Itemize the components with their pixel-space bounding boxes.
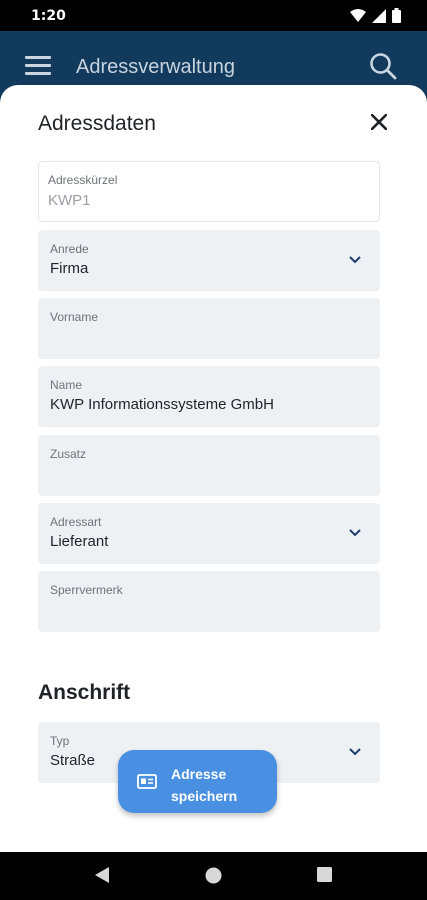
field-label: Typ [50, 734, 70, 748]
field-label: Vorname [50, 310, 99, 324]
sperrvermerk-field[interactable]: Sperrvermerk [38, 571, 380, 632]
anschrift-heading: Anschrift [38, 681, 131, 704]
name-field[interactable]: Name KWP Informationssysteme GmbH [38, 366, 380, 427]
field-label: Anrede [50, 242, 89, 256]
chevron-down-icon [349, 256, 361, 264]
field-value: Firma [50, 260, 89, 277]
search-icon[interactable] [369, 52, 397, 80]
contact-card-icon [137, 774, 157, 789]
status-icons [350, 8, 401, 23]
back-icon[interactable] [94, 866, 110, 884]
close-icon[interactable] [371, 114, 387, 130]
recents-icon[interactable] [317, 867, 332, 882]
adresskuerzel-field[interactable]: Adresskürzel KWP1 [38, 161, 380, 222]
menu-icon[interactable] [25, 56, 51, 76]
status-bar: 1:20 [0, 0, 427, 31]
zusatz-field[interactable]: Zusatz [38, 435, 380, 496]
field-value: KWP Informationssysteme GmbH [50, 396, 274, 413]
field-value: Lieferant [50, 533, 109, 550]
app-bar: Adressverwaltung [0, 31, 427, 91]
field-value: KWP1 [48, 192, 91, 209]
address-sheet: Adressdaten Adresskürzel KWP1 Anrede Fir… [0, 85, 427, 852]
anrede-select[interactable]: Anrede Firma [38, 230, 380, 291]
signal-icon [372, 8, 386, 23]
chevron-down-icon [349, 529, 361, 537]
sheet-title: Adressdaten [38, 112, 156, 135]
wifi-icon [350, 8, 366, 22]
chevron-down-icon [349, 748, 361, 756]
adressart-select[interactable]: Adressart Lieferant [38, 503, 380, 564]
vorname-field[interactable]: Vorname [38, 298, 380, 359]
app-title: Adressverwaltung [76, 56, 235, 78]
battery-icon [392, 8, 401, 23]
field-label: Zusatz [50, 447, 87, 461]
field-label: Adressart [50, 515, 102, 529]
field-label: Name [50, 378, 83, 392]
save-address-label: Adresse speichern [171, 766, 238, 804]
system-nav-bar [0, 852, 427, 900]
home-icon[interactable] [205, 867, 222, 884]
field-value: Straße [50, 752, 96, 769]
field-label: Adresskürzel [48, 173, 118, 187]
field-label: Sperrvermerk [50, 583, 123, 597]
save-address-button[interactable]: Adresse speichern [118, 750, 277, 813]
status-time: 1:20 [31, 8, 66, 24]
